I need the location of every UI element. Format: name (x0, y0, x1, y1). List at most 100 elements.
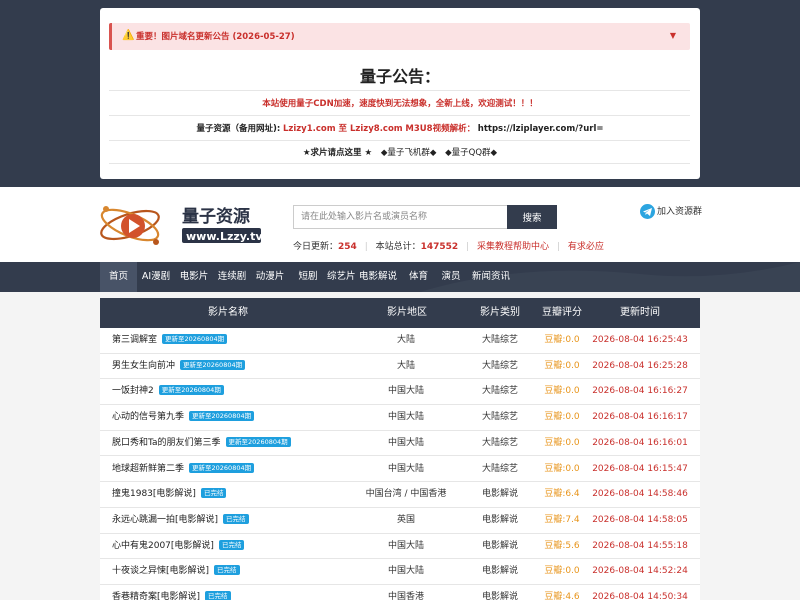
nav-item-movie-commentary[interactable]: 电影解说 (355, 262, 401, 292)
nav-item-home[interactable]: 首页 (100, 262, 137, 292)
table-row[interactable]: 心动的信号第九季 更新至20260804期 中国大陆 大陆综艺 豆瓣:0.0 2026-0… (100, 405, 700, 431)
resource-domains-link[interactable]: Lzizy1.com 至 Lzizy8.com (283, 124, 403, 134)
region-cell: 英国 (396, 514, 415, 525)
video-title-link[interactable]: 脱口秀和Ta的朋友们第三季 (112, 438, 221, 448)
qq-group-link[interactable]: ◆量子QQ群◆ (445, 148, 497, 158)
nav-item-variety[interactable]: 综艺片 (327, 262, 356, 292)
status-badge: 更新至20260804期 (162, 334, 228, 344)
video-title-link[interactable]: 男生女生向前冲 (112, 361, 175, 371)
table-row[interactable]: 心中有鬼2007[电影解说] 已完结 中国大陆 电影解说 豆瓣:5.6 2026-08-0… (100, 534, 700, 560)
region-cell: 中国大陆 (387, 437, 424, 448)
table-row[interactable]: 地球超新鲜第二季 更新至20260804期 中国大陆 大陆综艺 豆瓣:0.0 2026-0… (100, 457, 700, 483)
col-header-name: 影片名称 (208, 307, 248, 318)
video-title-link[interactable]: 永远心跳漏一拍[电影解说] (112, 515, 218, 525)
warning-icon: ⚠️ (122, 30, 135, 41)
col-header-type: 影片类别 (480, 307, 520, 318)
divider (109, 163, 690, 164)
status-badge: 更新至20260804期 (180, 359, 246, 370)
update-time-cell: 2026-08-04 14:58:46 (592, 489, 688, 500)
video-title-cell[interactable]: 香巷精奇案[电影解说] 已完结 (112, 585, 231, 600)
type-cell: 大陆综艺 (481, 412, 518, 423)
today-update-count: 254 (338, 242, 357, 252)
table-row[interactable]: 十夜谈之异悚[电影解说] 已完结 中国大陆 电影解说 豆瓣:0.0 2026-08-04 … (100, 559, 700, 585)
table-row[interactable]: 撞鬼1983[电影解说] 已完结 中国台湾 / 中国香港 电影解说 豆瓣:6.4 2026… (100, 482, 700, 508)
video-title-link[interactable]: 十夜谈之异悚[电影解说] (112, 566, 209, 576)
video-title-cell[interactable]: 心中有鬼2007[电影解说] 已完结 (112, 534, 245, 559)
video-title-cell[interactable]: 十夜谈之异悚[电影解说] 已完结 (112, 559, 240, 584)
telegram-group-link[interactable]: ◆量子飞机群◆ (381, 148, 437, 158)
type-cell: 电影解说 (481, 592, 518, 600)
douban-score-cell: 豆瓣:0.0 (544, 437, 580, 448)
site-header: 量子资源 www.Lzzy.tv 搜索 今日更新：254 | 本站总计：1475… (0, 187, 800, 262)
douban-score-cell: 豆瓣:0.0 (544, 335, 580, 345)
nav-items: 首页 AI漫剧 电影片 连续剧 动漫片 短剧 综艺片 电影解说 体育 演员 新闻… (100, 262, 516, 292)
update-time-cell: 2026-08-04 14:55:18 (592, 540, 688, 551)
update-time-cell: 2026-08-04 16:15:47 (592, 463, 688, 474)
video-title-cell[interactable]: 撞鬼1983[电影解说] 已完结 (112, 482, 227, 507)
table-row[interactable]: 永远心跳漏一拍[电影解说] 已完结 英国 电影解说 豆瓣:7.4 2026-08-04 1… (100, 508, 700, 534)
table-row[interactable]: 脱口秀和Ta的朋友们第三季 更新至20260804期 中国大陆 大陆综艺 豆瓣:0.0 2… (100, 431, 700, 457)
douban-score-cell: 豆瓣:6.4 (544, 489, 580, 500)
update-time-cell: 2026-08-04 16:25:43 (592, 335, 688, 345)
video-title-cell[interactable]: 地球超新鲜第二季 更新至20260804期 (112, 457, 255, 482)
douban-score-cell: 豆瓣:0.0 (544, 412, 580, 423)
total-count: 147552 (420, 242, 459, 252)
video-list: 影片名称 影片地区 影片类别 豆瓣评分 更新时间 第三调解室 更新至2026080… (100, 298, 700, 600)
video-title-link[interactable]: 香巷精奇案[电影解说] (112, 592, 200, 600)
join-group-link[interactable]: 加入资源群 (640, 204, 702, 219)
search-input[interactable] (293, 205, 507, 229)
video-title-cell[interactable]: 第三调解室 更新至20260804期 (112, 328, 228, 353)
col-header-region: 影片地区 (387, 307, 427, 318)
search-button[interactable]: 搜索 (507, 205, 557, 229)
table-row[interactable]: 一饭封神2 更新至20260804期 中国大陆 大陆综艺 豆瓣:0.0 2026-08-0… (100, 379, 700, 406)
update-time-cell: 2026-08-04 16:16:27 (592, 386, 688, 397)
video-title-cell[interactable]: 男生女生向前冲 更新至20260804期 (112, 354, 246, 379)
important-notice-text: 重要！图片域名更新公告 (2026-05-27) (136, 32, 295, 42)
nav-item-actors[interactable]: 演员 (436, 262, 466, 292)
update-time-cell: 2026-08-04 14:52:24 (592, 566, 688, 577)
status-badge: 更新至20260804期 (225, 436, 291, 447)
main-nav: 首页 AI漫剧 电影片 连续剧 动漫片 短剧 综艺片 电影解说 体育 演员 新闻… (0, 262, 800, 292)
douban-score-cell: 豆瓣:0.0 (544, 386, 580, 397)
douban-score-cell: 豆瓣:5.6 (544, 540, 580, 551)
video-title-cell[interactable]: 心动的信号第九季 更新至20260804期 (112, 405, 255, 430)
important-notice-bar[interactable]: ⚠️ 重要！图片域名更新公告 (2026-05-27) ▼ (109, 23, 690, 50)
type-cell: 电影解说 (481, 514, 518, 525)
nav-item-ai-drama[interactable]: AI漫剧 (137, 262, 175, 292)
video-title-link[interactable]: 心动的信号第九季 (112, 412, 184, 422)
nav-item-series[interactable]: 连续剧 (213, 262, 251, 292)
help-center-link[interactable]: 采集教程帮助中心 (477, 242, 549, 252)
table-row[interactable]: 香巷精奇案[电影解说] 已完结 中国香港 电影解说 豆瓣:4.6 2026-08-04 1… (100, 585, 700, 600)
request-movie-link[interactable]: ★求片请点这里 ★ (303, 148, 372, 158)
status-badge: 已完结 (200, 488, 227, 499)
update-time-cell: 2026-08-04 16:25:28 (592, 360, 688, 371)
table-row[interactable]: 第三调解室 更新至20260804期 大陆 大陆综艺 豆瓣:0.0 2026-08-04 … (100, 328, 700, 354)
parse-url: https://lziplayer.com/?url= (477, 124, 604, 134)
nav-item-short-drama[interactable]: 短剧 (289, 262, 327, 292)
nav-item-news[interactable]: 新闻资讯 (466, 262, 516, 292)
video-title-link[interactable]: 第三调解室 (112, 335, 157, 345)
video-title-link[interactable]: 地球超新鲜第二季 (112, 464, 184, 474)
video-title-link[interactable]: 撞鬼1983[电影解说] (112, 489, 196, 499)
update-time-cell: 2026-08-04 14:50:34 (592, 592, 688, 600)
video-title-link[interactable]: 心中有鬼2007[电影解说] (112, 541, 214, 551)
announcement-panel: ⚠️ 重要！图片域名更新公告 (2026-05-27) ▼ 量子公告： 本站使用… (100, 8, 700, 179)
col-header-score: 豆瓣评分 (542, 307, 582, 318)
nav-item-anime[interactable]: 动漫片 (251, 262, 289, 292)
douban-score-cell: 豆瓣:0.0 (544, 566, 580, 577)
region-cell: 中国香港 (387, 592, 424, 600)
region-cell: 中国大陆 (387, 412, 424, 423)
type-cell: 大陆综艺 (481, 386, 518, 397)
nav-item-sports[interactable]: 体育 (401, 262, 436, 292)
video-title-cell[interactable]: 脱口秀和Ta的朋友们第三季 更新至20260804期 (112, 431, 291, 456)
table-row[interactable]: 男生女生向前冲 更新至20260804期 大陆 大陆综艺 豆瓣:0.0 2026-08-0… (100, 354, 700, 380)
col-header-time: 更新时间 (620, 307, 660, 318)
chevron-down-icon[interactable]: ▼ (670, 31, 676, 40)
site-logo[interactable]: 量子资源 www.Lzzy.tv (100, 198, 265, 250)
video-title-cell[interactable]: 永远心跳漏一拍[电影解说] 已完结 (112, 508, 249, 533)
region-cell: 中国台湾 / 中国香港 (365, 489, 447, 500)
video-title-cell[interactable]: 一饭封神2 更新至20260804期 (112, 379, 224, 404)
request-link[interactable]: 有求必应 (568, 242, 604, 252)
nav-item-movies[interactable]: 电影片 (175, 262, 213, 292)
video-title-link[interactable]: 一饭封神2 (112, 386, 154, 396)
